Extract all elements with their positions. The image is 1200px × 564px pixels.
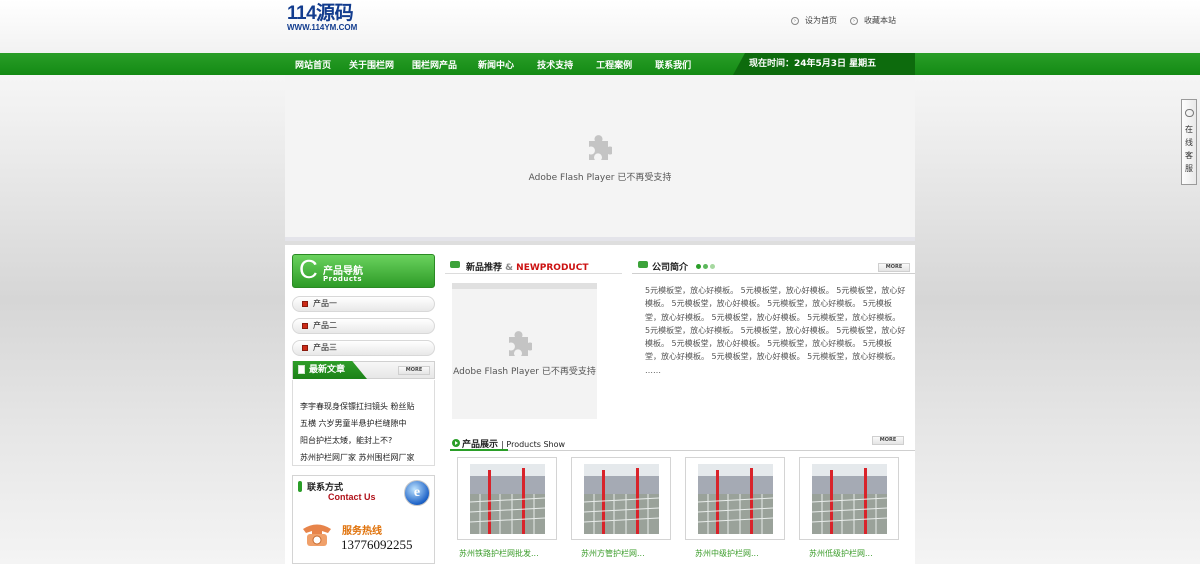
sidebar-item-label: 产品一: [313, 299, 337, 308]
arrow-circle-icon: ›: [850, 16, 858, 25]
decorative-dots: [696, 264, 715, 269]
bookmark-link[interactable]: › 收藏本站: [850, 15, 896, 26]
set-home-link[interactable]: › 设为首页: [791, 15, 837, 26]
play-circle-icon: [452, 439, 460, 447]
product-caption[interactable]: 苏州铁路护栏网批发...: [459, 548, 559, 559]
online-service-button[interactable]: 在线客服: [1181, 99, 1197, 185]
product-caption[interactable]: 苏州低级护栏网...: [809, 548, 909, 559]
new-products-amp: &: [505, 263, 514, 273]
contact-box: 联系方式 Contact Us e 服务热线 13776092255: [292, 475, 435, 564]
latest-news-title: 最新文章: [309, 365, 346, 375]
divider: [632, 273, 915, 274]
latest-news-header: 最新文章 MORE: [292, 361, 435, 379]
news-item[interactable]: 苏州护栏网厂家 苏州围栏网厂家: [300, 452, 415, 463]
contact-subtitle: Contact Us: [328, 492, 376, 502]
section-tag-icon: [450, 261, 460, 268]
hotline-number: 13776092255: [341, 537, 413, 552]
fence-photo: [698, 464, 773, 534]
nav-item-home[interactable]: 网站首页: [285, 58, 340, 71]
products-more-button[interactable]: MORE: [872, 436, 904, 445]
site-logo[interactable]: 114源码 WWW.114YM.COM: [287, 3, 358, 33]
chat-bubble-icon: [1185, 109, 1194, 117]
company-title: 公司简介: [652, 263, 689, 273]
new-products-title-en: NEWPRODUCT: [516, 263, 589, 273]
document-icon: [298, 365, 305, 374]
dot: [710, 264, 715, 269]
flash-unsupported-text: Adobe Flash Player 已不再受支持: [453, 367, 596, 377]
bookmark-label: 收藏本站: [864, 16, 896, 25]
sidebar-item-label: 产品三: [313, 343, 337, 352]
nav-item-news[interactable]: 新闻中心: [469, 58, 528, 71]
sidebar-item-product-3[interactable]: 产品三: [292, 340, 435, 356]
news-item[interactable]: 阳台护栏太矮，能封上不?: [300, 435, 392, 446]
flash-unsupported-text: Adobe Flash Player 已不再受支持: [528, 173, 672, 183]
nav-item-products[interactable]: 围栏网产品: [403, 58, 469, 71]
product-thumbnail[interactable]: [799, 457, 899, 540]
logo-text: 114源码: [287, 3, 354, 24]
bullet-icon: [302, 345, 308, 351]
products-show-subtitle: | Products Show: [501, 440, 566, 449]
nav-item-about[interactable]: 关于围栏网: [340, 58, 403, 71]
new-products-flash: Adobe Flash Player 已不再受支持: [452, 283, 597, 419]
company-intro-text: 5元模板堂，放心好模板。 5元模板堂，放心好模板。 5元模板堂，放心好模板。 5…: [645, 286, 906, 375]
sidebar-item-product-1[interactable]: 产品一: [292, 296, 435, 312]
news-item[interactable]: 李宇春现身保镖扛扫镜头 粉丝贴: [300, 401, 415, 412]
company-more-button[interactable]: MORE: [878, 263, 910, 272]
arrow-circle-icon: ›: [791, 16, 799, 25]
heading-underline: [450, 449, 508, 451]
product-caption[interactable]: 苏州方管护栏网...: [581, 548, 681, 559]
banner-flash: Adobe Flash Player 已不再受支持: [285, 75, 915, 241]
latest-news-tab: 最新文章: [293, 361, 367, 379]
contact-marker-icon: [298, 481, 302, 492]
plugin-icon: [589, 135, 612, 160]
product-thumbnail[interactable]: [685, 457, 785, 540]
header: 114源码 WWW.114YM.COM › 设为首页 › 收藏本站: [0, 0, 1200, 53]
nav-item-cases[interactable]: 工程案例: [587, 58, 646, 71]
dot: [696, 264, 701, 269]
latest-news-list: 李宇春现身保镖扛扫镜头 粉丝贴 五横 六岁男童半悬护栏缝隙中 阳台护栏太矮，能封…: [292, 380, 435, 466]
nav-item-support[interactable]: 技术支持: [528, 58, 587, 71]
news-more-button[interactable]: MORE: [398, 366, 430, 375]
fence-photo: [584, 464, 659, 534]
bullet-icon: [302, 301, 308, 307]
product-caption[interactable]: 苏州中级护栏网...: [695, 548, 795, 559]
set-home-label: 设为首页: [805, 16, 837, 25]
divider: [445, 273, 622, 274]
fence-photo: [470, 464, 545, 534]
bullet-icon: [302, 323, 308, 329]
new-products-heading: 新品推荐 & NEWPRODUCT: [466, 260, 588, 273]
nav-item-contact[interactable]: 联系我们: [646, 58, 700, 71]
dot: [703, 264, 708, 269]
nav-menu: 网站首页 关于围栏网 围栏网产品 新闻中心 技术支持 工程案例 联系我们: [285, 53, 700, 75]
telephone-icon: [303, 524, 331, 546]
product-thumbnail[interactable]: [457, 457, 557, 540]
main-nav: 网站首页 关于围栏网 围栏网产品 新闻中心 技术支持 工程案例 联系我们 现在时…: [0, 53, 1200, 75]
hotline-label: 服务热线: [342, 526, 382, 537]
new-products-title: 新品推荐: [466, 263, 503, 273]
section-tag-icon: [638, 261, 648, 268]
product-nav-header: C 产品导航 Products: [292, 254, 435, 288]
internet-globe-icon: e: [404, 480, 430, 506]
c-letter-icon: C: [299, 254, 318, 284]
product-thumbnail[interactable]: [571, 457, 671, 540]
current-date: 现在时间：24年5月3日 星期五: [733, 53, 915, 75]
online-service-label: 在线客服: [1185, 125, 1193, 173]
divider: [450, 450, 915, 451]
plugin-icon: [509, 331, 532, 356]
news-item[interactable]: 五横 六岁男童半悬护栏缝隙中: [300, 418, 407, 429]
product-nav-subtitle: Products: [323, 275, 363, 283]
sidebar-item-label: 产品二: [313, 321, 337, 330]
sidebar-item-product-2[interactable]: 产品二: [292, 318, 435, 334]
fence-photo: [812, 464, 887, 534]
logo-url: WWW.114YM.COM: [287, 23, 358, 32]
